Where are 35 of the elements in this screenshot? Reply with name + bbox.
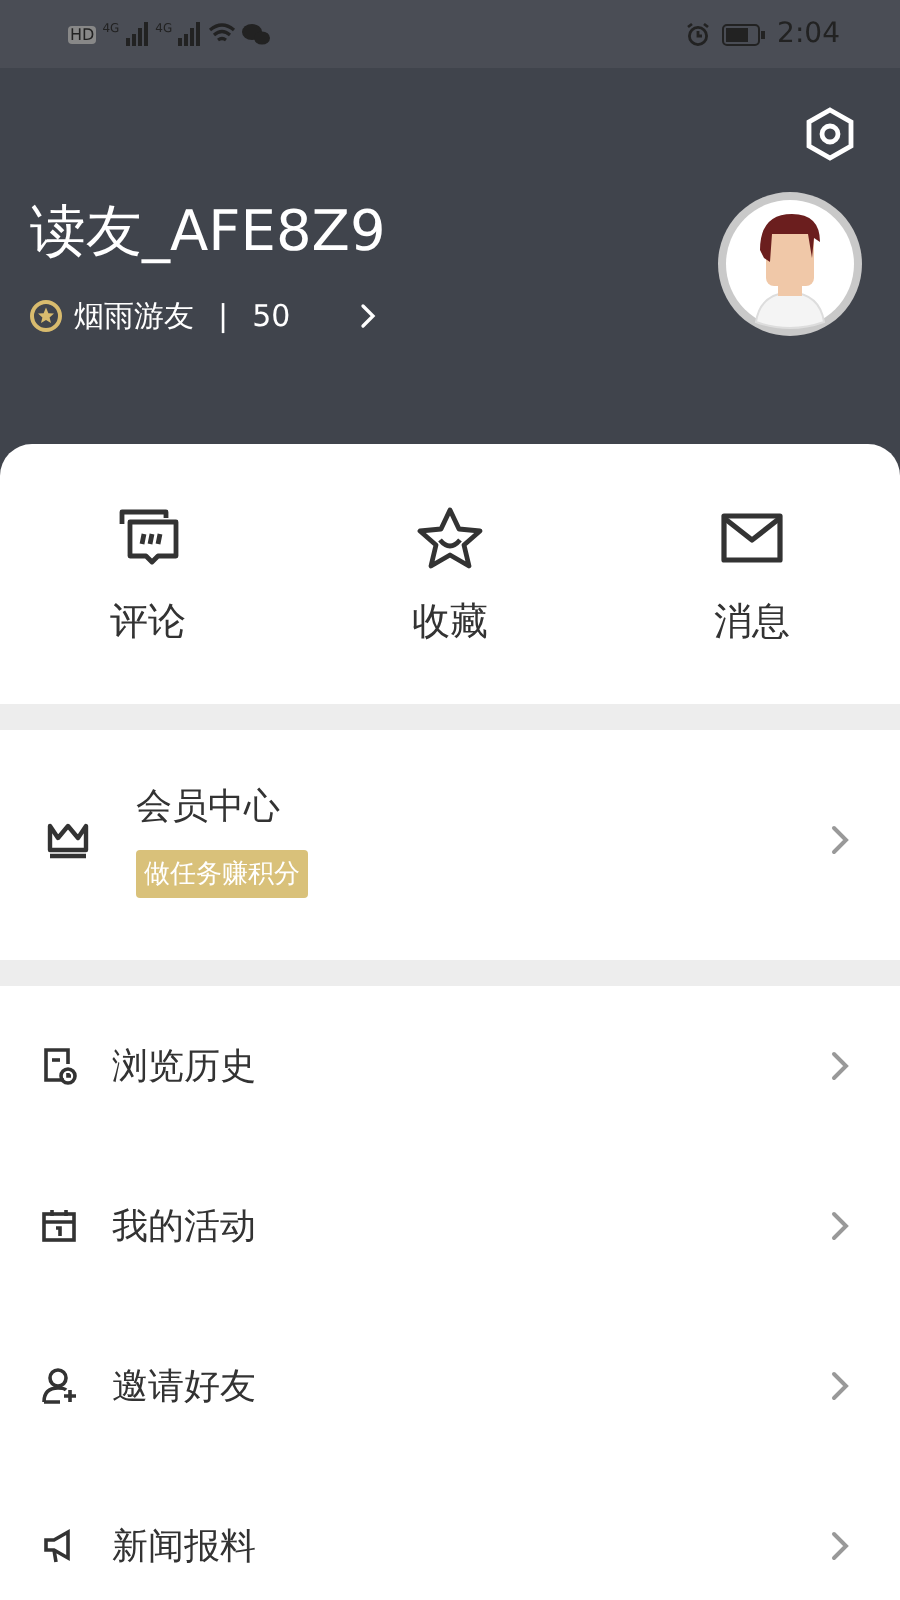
signal-icon — [178, 22, 203, 46]
separator-mark: | — [218, 298, 229, 334]
member-row[interactable]: 会员中心 做任务赚积分 — [0, 730, 900, 960]
quick-action[interactable]: 消息 — [676, 504, 828, 648]
settings-icon[interactable] — [804, 106, 856, 162]
crown-icon — [44, 820, 92, 860]
chevron-right-icon — [828, 824, 852, 856]
star-badge-icon — [30, 300, 62, 332]
menu-item[interactable]: 邀请好友 — [0, 1306, 900, 1466]
chat-icon — [242, 22, 271, 46]
menu-item[interactable]: 新闻报料 — [0, 1466, 900, 1600]
signal-icon — [125, 22, 150, 46]
points-value: 50 — [252, 298, 291, 334]
battery-icon — [721, 23, 766, 45]
activity-icon — [40, 1206, 80, 1246]
user-name: 读友_AFE8Z9 — [30, 195, 386, 268]
chevron-right-icon — [828, 1050, 852, 1082]
avatar-icon[interactable] — [716, 190, 864, 338]
favorite-icon — [414, 504, 486, 572]
invite-icon — [40, 1366, 80, 1406]
menu-item[interactable]: 我的活动 — [0, 1146, 900, 1306]
task-tag: 做任务赚积分 — [136, 850, 308, 898]
wifi-icon — [208, 22, 237, 46]
level-name: 烟雨游友 — [74, 297, 194, 335]
chevron-right-icon — [828, 1210, 852, 1242]
menu-item[interactable]: 浏览历史 — [0, 986, 900, 1146]
alarm-icon — [685, 22, 710, 46]
history-icon — [40, 1046, 80, 1086]
hd-label: HD — [68, 25, 97, 43]
chevron-right-icon — [828, 1370, 852, 1402]
chevron-right-icon[interactable] — [358, 300, 379, 332]
quick-action[interactable]: 评论 — [72, 504, 224, 648]
chevron-right-icon — [828, 1530, 852, 1562]
member-title: 会员中心 — [136, 784, 280, 830]
quick-action[interactable]: 收藏 — [374, 504, 526, 648]
